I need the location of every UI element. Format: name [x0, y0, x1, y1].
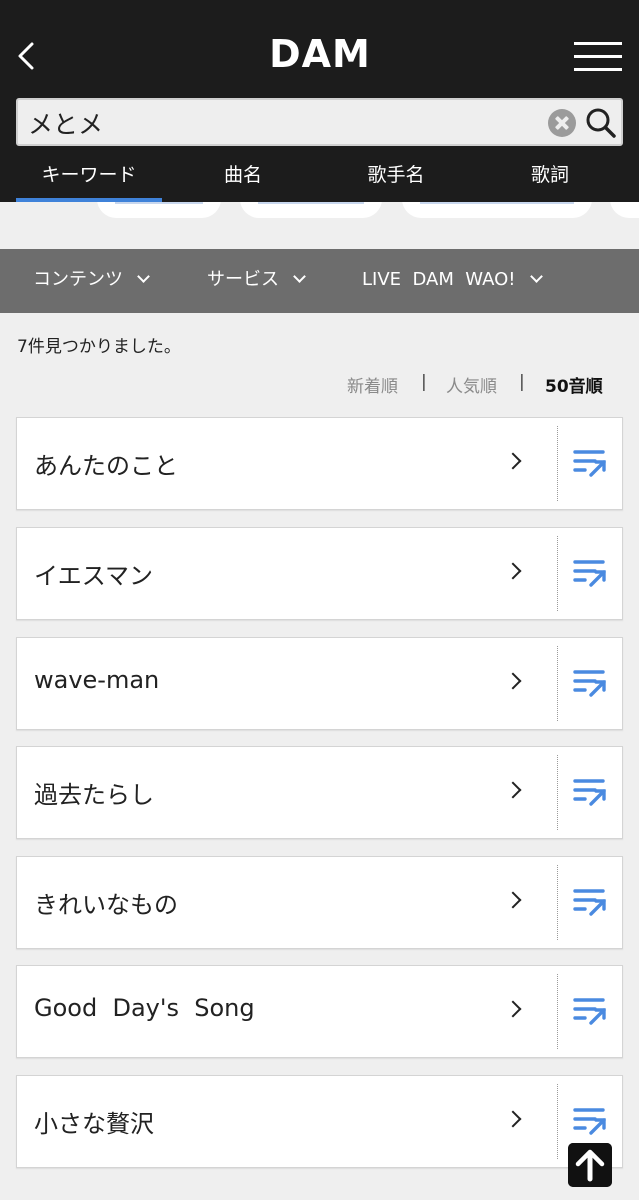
filter-live-dam-wao[interactable]: LIVE DAM WAO!	[362, 249, 543, 313]
tab-label: 歌手名	[367, 164, 425, 186]
song-row[interactable]: イエスマン	[16, 527, 623, 620]
row-divider	[557, 865, 558, 940]
add-to-queue-icon[interactable]	[567, 769, 613, 815]
chevron-right-icon	[504, 562, 522, 580]
add-to-queue-icon[interactable]	[567, 1098, 613, 1144]
result-count: 7件見つかりました。	[17, 337, 181, 357]
filter-contents[interactable]: コンテンツ	[33, 249, 150, 313]
song-row[interactable]: あんたのこと	[16, 417, 623, 510]
chevron-right-icon	[504, 672, 522, 690]
add-to-queue-icon[interactable]	[567, 879, 613, 925]
song-row[interactable]: 小さな贅沢	[16, 1075, 623, 1168]
chevron-right-icon	[504, 891, 522, 909]
chevron-right-icon	[504, 452, 522, 470]
chevron-right-icon	[504, 781, 522, 799]
app-header: DAM キーワード 曲名 歌手名 歌詞	[0, 0, 639, 202]
search-bar	[16, 98, 623, 146]
song-row[interactable]: wave-man	[16, 637, 623, 730]
filter-label: LIVE DAM WAO!	[362, 269, 516, 290]
add-to-queue-icon[interactable]	[567, 440, 613, 486]
song-title: イエスマン	[34, 562, 154, 590]
chip-scroller	[0, 202, 639, 220]
tab-label: 歌詞	[530, 164, 569, 186]
row-divider	[557, 974, 558, 1049]
hamburger-menu-icon[interactable]	[572, 40, 624, 74]
chevron-down-icon	[529, 270, 543, 283]
song-row[interactable]: 過去たらし	[16, 746, 623, 839]
song-title: あんたのこと	[34, 452, 178, 480]
filter-bar: コンテンツ サービス LIVE DAM WAO!	[0, 249, 639, 313]
logo-text: DAM	[269, 34, 371, 74]
filter-label: コンテンツ	[33, 269, 123, 290]
chevron-down-icon	[293, 270, 306, 283]
filter-chip[interactable]	[610, 202, 639, 218]
tab-keyword[interactable]: キーワード	[16, 150, 162, 202]
chevron-right-icon	[504, 1000, 522, 1018]
song-title: 小さな贅沢	[34, 1110, 154, 1138]
add-to-queue-icon[interactable]	[567, 988, 613, 1034]
row-divider	[557, 536, 558, 611]
filter-chip[interactable]	[402, 202, 592, 218]
add-to-queue-icon[interactable]	[567, 550, 613, 596]
search-icon[interactable]	[584, 106, 618, 140]
search-input[interactable]	[28, 106, 538, 140]
tab-lyrics[interactable]: 歌詞	[477, 150, 623, 202]
dam-logo[interactable]: DAM	[240, 34, 400, 74]
tab-artist-name[interactable]: 歌手名	[323, 150, 469, 202]
sort-newest[interactable]: 新着順	[347, 372, 398, 397]
song-title: Good Day's Song	[34, 994, 255, 1022]
row-divider	[557, 646, 558, 721]
sort-separator: |	[421, 372, 427, 392]
chevron-right-icon	[504, 1110, 522, 1128]
sort-syllabary[interactable]: 50音順	[545, 372, 603, 397]
song-title: wave-man	[34, 666, 160, 694]
back-icon[interactable]	[10, 36, 46, 76]
add-to-queue-icon[interactable]	[567, 660, 613, 706]
song-row[interactable]: Good Day's Song	[16, 965, 623, 1058]
song-row[interactable]: きれいなもの	[16, 856, 623, 949]
song-title: きれいなもの	[34, 891, 178, 919]
scroll-to-top-icon[interactable]	[568, 1143, 612, 1187]
sort-separator: |	[519, 372, 525, 392]
filter-chip[interactable]	[97, 202, 221, 218]
filter-service[interactable]: サービス	[207, 249, 306, 313]
tab-label: キーワード	[41, 164, 137, 186]
search-tabs: キーワード 曲名 歌手名 歌詞	[0, 150, 639, 202]
song-title: 過去たらし	[34, 781, 154, 809]
tab-song-name[interactable]: 曲名	[170, 150, 316, 202]
row-divider	[557, 1084, 558, 1159]
row-divider	[557, 426, 558, 501]
clear-icon[interactable]	[548, 109, 576, 137]
filter-label: サービス	[207, 269, 279, 290]
chevron-down-icon	[137, 270, 150, 283]
filter-chip[interactable]	[240, 202, 382, 218]
sort-popular[interactable]: 人気順	[446, 372, 497, 397]
row-divider	[557, 755, 558, 830]
tab-label: 曲名	[223, 164, 262, 186]
